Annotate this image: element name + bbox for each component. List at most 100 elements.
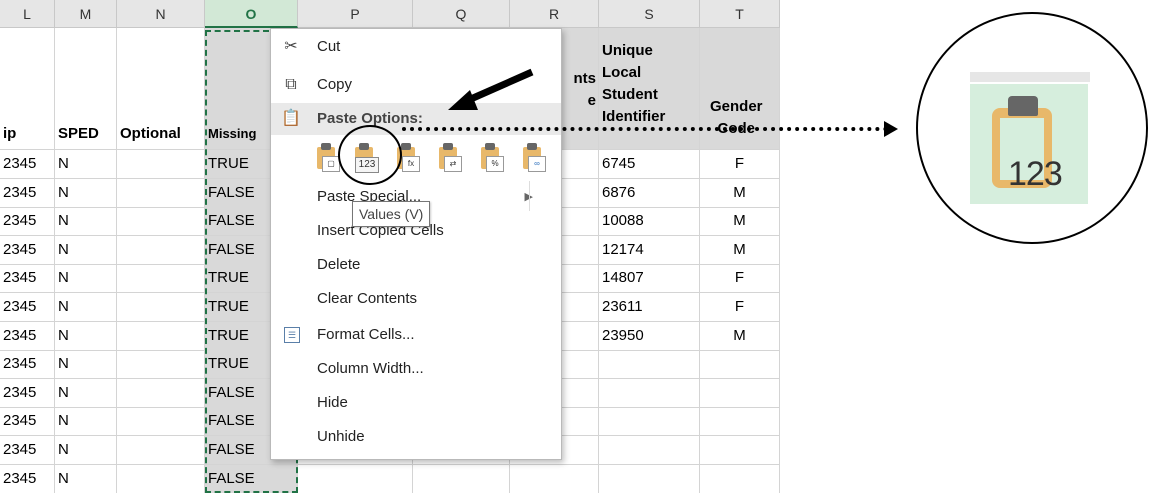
values-tooltip: Values (V)	[352, 201, 431, 227]
paste-formatting-icon[interactable]: %	[477, 141, 504, 172]
column-header-m[interactable]: M	[55, 0, 117, 28]
menu-item-cut[interactable]: ✂ Cut	[271, 31, 561, 63]
paste-link-icon[interactable]: ∞	[519, 141, 546, 172]
column-header-l[interactable]: L	[0, 0, 55, 28]
scissors-icon: ✂	[284, 38, 298, 55]
table-cell-m[interactable]: N	[55, 407, 117, 437]
table-cell-l[interactable]: 2345	[0, 350, 55, 380]
table-cell-t[interactable]	[700, 378, 780, 408]
table-cell-p[interactable]	[298, 464, 413, 493]
table-cell-t[interactable]: M	[700, 178, 780, 208]
table-cell-s[interactable]	[599, 436, 700, 465]
table-cell-s[interactable]: 12174	[599, 235, 700, 265]
table-cell-s[interactable]: 23950	[599, 321, 700, 351]
values-highlight-circle	[338, 125, 402, 185]
header-cell-optional[interactable]: Optional	[117, 28, 205, 150]
table-cell-t[interactable]: M	[700, 207, 780, 237]
table-cell-n[interactable]	[117, 464, 205, 493]
copy-icon: ⧉	[285, 76, 297, 93]
table-cell-n[interactable]	[117, 321, 205, 351]
column-header-r[interactable]: R	[510, 0, 599, 28]
table-cell-t[interactable]: F	[700, 293, 780, 322]
table-cell-m[interactable]: N	[55, 264, 117, 294]
zoomed-paste-values-icon: 123	[916, 12, 1148, 244]
table-cell-n[interactable]	[117, 407, 205, 437]
header-cell-sped[interactable]: SPED	[55, 28, 117, 150]
table-cell-s[interactable]	[599, 378, 700, 408]
table-cell-t[interactable]	[700, 350, 780, 380]
table-cell-s[interactable]	[599, 350, 700, 380]
menu-item-unhide[interactable]: Unhide	[271, 421, 561, 453]
table-cell-l[interactable]: 2345	[0, 321, 55, 351]
table-cell-s[interactable]	[599, 464, 700, 493]
header-cell-unique-local-student-identifier[interactable]: Unique Local Student Identifier	[599, 28, 700, 150]
table-cell-s[interactable]: 23611	[599, 293, 700, 322]
table-cell-l[interactable]: 2345	[0, 150, 55, 179]
table-cell-n[interactable]	[117, 436, 205, 465]
table-cell-l[interactable]: 2345	[0, 207, 55, 237]
header-cell-l[interactable]: ip	[0, 28, 55, 150]
table-cell-o[interactable]: FALSE	[205, 464, 298, 493]
menu-item-delete[interactable]: Delete	[271, 249, 561, 281]
menu-separator	[529, 181, 530, 211]
table-cell-n[interactable]	[117, 207, 205, 237]
table-cell-s[interactable]: 6745	[599, 150, 700, 179]
table-cell-m[interactable]: N	[55, 378, 117, 408]
table-cell-m[interactable]: N	[55, 235, 117, 265]
table-cell-q[interactable]	[413, 464, 510, 493]
menu-item-column-width[interactable]: Column Width...	[271, 353, 561, 385]
column-header-q[interactable]: Q	[413, 0, 510, 28]
table-cell-t[interactable]: F	[700, 264, 780, 294]
table-cell-t[interactable]: F	[700, 150, 780, 179]
table-cell-l[interactable]: 2345	[0, 293, 55, 322]
table-cell-l[interactable]: 2345	[0, 464, 55, 493]
table-cell-n[interactable]	[117, 293, 205, 322]
table-cell-t[interactable]: M	[700, 235, 780, 265]
dotted-connector-line	[402, 127, 888, 131]
table-cell-m[interactable]: N	[55, 178, 117, 208]
column-header-o[interactable]: O	[205, 0, 298, 28]
connector-arrowhead-icon	[884, 121, 898, 137]
column-header-p[interactable]: P	[298, 0, 413, 28]
table-cell-m[interactable]: N	[55, 293, 117, 322]
table-cell-l[interactable]: 2345	[0, 436, 55, 465]
paste-icon[interactable]: ▢	[313, 141, 340, 172]
table-cell-m[interactable]: N	[55, 436, 117, 465]
table-cell-l[interactable]: 2345	[0, 178, 55, 208]
table-cell-n[interactable]	[117, 178, 205, 208]
table-cell-s[interactable]: 6876	[599, 178, 700, 208]
table-cell-t[interactable]	[700, 407, 780, 437]
table-cell-n[interactable]	[117, 235, 205, 265]
annotation-arrow	[448, 68, 534, 110]
column-header-t[interactable]: T	[700, 0, 780, 28]
table-cell-m[interactable]: N	[55, 321, 117, 351]
menu-item-hide[interactable]: Hide	[271, 387, 561, 419]
column-header-s[interactable]: S	[599, 0, 700, 28]
table-cell-s[interactable]: 10088	[599, 207, 700, 237]
table-cell-n[interactable]	[117, 378, 205, 408]
table-cell-t[interactable]: M	[700, 321, 780, 351]
table-cell-l[interactable]: 2345	[0, 235, 55, 265]
table-cell-l[interactable]: 2345	[0, 407, 55, 437]
menu-item-clear-contents[interactable]: Clear Contents	[271, 283, 561, 315]
paste-transpose-icon[interactable]: ⇄	[435, 141, 462, 172]
format-cells-icon: ☰	[284, 327, 300, 343]
table-cell-t[interactable]	[700, 436, 780, 465]
table-cell-m[interactable]: N	[55, 350, 117, 380]
table-cell-n[interactable]	[117, 264, 205, 294]
header-cell-gender-code[interactable]: Gender Code	[700, 28, 780, 150]
table-cell-n[interactable]	[117, 350, 205, 380]
clipboard-icon: 📋	[281, 110, 301, 127]
menu-item-format-cells[interactable]: ☰ Format Cells...	[271, 319, 561, 351]
table-cell-l[interactable]: 2345	[0, 264, 55, 294]
table-cell-m[interactable]: N	[55, 207, 117, 237]
table-cell-r[interactable]	[510, 464, 599, 493]
table-cell-m[interactable]: N	[55, 464, 117, 493]
table-cell-l[interactable]: 2345	[0, 378, 55, 408]
table-cell-s[interactable]	[599, 407, 700, 437]
table-cell-n[interactable]	[117, 150, 205, 179]
table-cell-m[interactable]: N	[55, 150, 117, 179]
table-cell-s[interactable]: 14807	[599, 264, 700, 294]
column-header-n[interactable]: N	[117, 0, 205, 28]
table-cell-t[interactable]	[700, 464, 780, 493]
